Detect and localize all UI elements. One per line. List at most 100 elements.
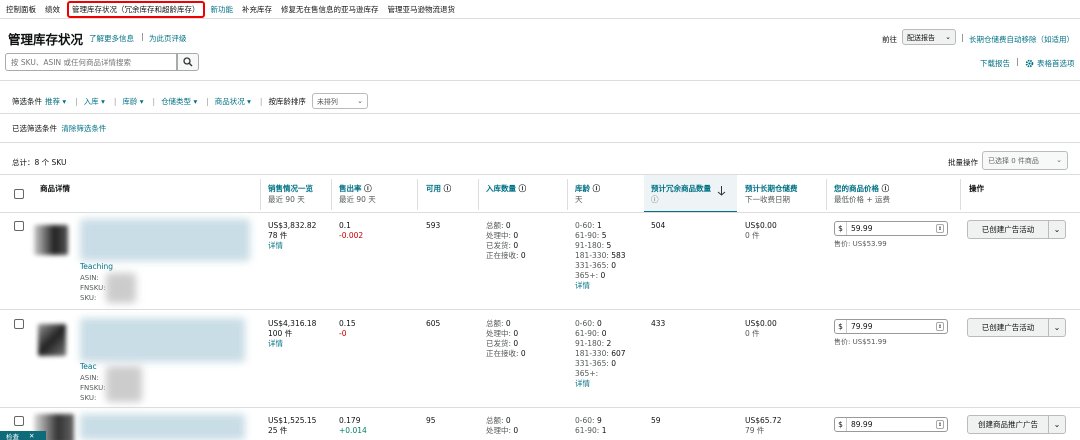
- search-input[interactable]: [5, 53, 177, 71]
- age-bucket: 0-60: 1: [575, 221, 602, 231]
- inbound-key: 总额:: [486, 319, 504, 328]
- action-dropdown-button[interactable]: ⌄: [1049, 318, 1066, 337]
- product-image[interactable]: [38, 324, 66, 356]
- col-sales[interactable]: 销售情况一览 最近 90 天: [268, 183, 313, 205]
- action-dropdown-button[interactable]: ⌄: [1049, 415, 1066, 434]
- age-bucket: 331-365: 0: [575, 261, 616, 271]
- create-ad-button[interactable]: 创建商品推广广告: [967, 415, 1049, 434]
- col-ltsf[interactable]: 预计长期仓储费 下一收费日期: [745, 183, 798, 205]
- inbound-key: 处理中:: [486, 329, 512, 338]
- sales-value: US$3,832.82: [268, 221, 317, 230]
- col-product-details[interactable]: 商品详情: [40, 183, 70, 194]
- age-key: 181-330:: [575, 251, 609, 260]
- download-report-link[interactable]: 下载报告: [980, 58, 1010, 69]
- identifiers-redacted: [106, 366, 142, 402]
- table-preferences-button[interactable]: 表格首选项: [1025, 58, 1075, 69]
- col-sellthrough[interactable]: 售出率 ⓘ 最近 90 天: [339, 183, 376, 205]
- col-inbound[interactable]: 入库数量 ⓘ: [486, 183, 526, 194]
- row-checkbox[interactable]: [14, 416, 24, 426]
- inbound-total: 总额: 0: [486, 319, 511, 329]
- product-image[interactable]: [34, 225, 68, 255]
- stepper-icon[interactable]: ⇕: [936, 224, 944, 233]
- sales-value: US$4,316.18: [268, 319, 317, 328]
- filter-condition[interactable]: 商品状况 ▾: [215, 96, 251, 107]
- row-checkbox[interactable]: [14, 319, 24, 329]
- nav-manage-inventory-health[interactable]: 管理库存状况（冗余库存和超龄库存）: [67, 0, 205, 18]
- age-key: 181-330:: [575, 349, 609, 358]
- age-key: 0-60:: [575, 319, 595, 328]
- sellthrough-delta: -0: [339, 329, 347, 338]
- filter-storage-type-label: 仓储类型: [161, 96, 192, 106]
- col-available[interactable]: 可用 ⓘ: [426, 183, 451, 194]
- learn-more-link[interactable]: 了解更多信息: [89, 33, 134, 44]
- nav-dashboard[interactable]: 控制面板: [6, 4, 36, 15]
- inbound-value: 0: [513, 426, 519, 435]
- info-icon: ⓘ: [651, 195, 659, 204]
- nav-new-features[interactable]: 新功能: [211, 4, 234, 15]
- sellthrough-value: 0.15: [339, 319, 356, 328]
- col-excess-units[interactable]: 预计冗余商品数量 ⓘ: [651, 183, 711, 205]
- col-price-sub: 最低价格 + 运费: [834, 195, 891, 204]
- age-key: 331-365:: [575, 261, 609, 270]
- filter-age[interactable]: 库龄 ▾: [122, 96, 143, 107]
- column-divider: [260, 179, 261, 210]
- inbound-value: 0: [513, 329, 519, 338]
- available-value: 95: [426, 416, 436, 425]
- age-bucket: 61-90: 0: [575, 329, 607, 339]
- price-input[interactable]: $ 79.99 ⇕: [834, 319, 948, 334]
- inbound-value: 0: [513, 339, 519, 348]
- inbound-value: 0: [505, 416, 511, 425]
- select-all-checkbox[interactable]: [14, 189, 24, 199]
- stepper-icon[interactable]: ⇕: [936, 322, 944, 331]
- report-select[interactable]: 配送报告 ⌄: [902, 29, 956, 45]
- age-details-link[interactable]: 详情: [575, 281, 590, 291]
- rate-page-link[interactable]: 为此页评级: [149, 33, 187, 44]
- age-key: 61-90:: [575, 426, 600, 435]
- age-value: 0: [601, 329, 607, 338]
- filter-inbound[interactable]: 入库 ▾: [84, 96, 105, 107]
- nav-fba-returns[interactable]: 管理亚马逊物流退货: [388, 4, 456, 15]
- sort-age-select[interactable]: 未排列 ⌄: [311, 93, 368, 109]
- inbound-key: 已发货:: [486, 241, 512, 250]
- asin-label: ASIN:: [80, 374, 99, 382]
- inbound-total: 总额: 0: [486, 221, 511, 231]
- gear-icon: [1025, 59, 1034, 68]
- inbound-key: 处理中:: [486, 426, 512, 435]
- price-input[interactable]: $ 59.99 ⇕: [834, 221, 948, 236]
- search-button[interactable]: [177, 53, 199, 71]
- nav-restock[interactable]: 补充库存: [242, 4, 272, 15]
- age-key: 61-90:: [575, 231, 600, 240]
- age-value: 2: [606, 339, 612, 348]
- age-details-link[interactable]: 详情: [575, 379, 590, 389]
- col-age[interactable]: 库龄 ⓘ 天: [575, 183, 600, 205]
- bottom-tab[interactable]: 检查 ✕: [0, 431, 46, 440]
- nav-fix-stranded[interactable]: 修复无在售信息的亚马逊库存: [281, 4, 379, 15]
- filter-storage-type[interactable]: 仓储类型 ▾: [161, 96, 197, 107]
- nav-performance[interactable]: 绩效: [45, 4, 60, 15]
- row-checkbox[interactable]: [14, 221, 24, 231]
- price-value: 59.99: [851, 224, 873, 233]
- product-title-fragment[interactable]: Teac: [80, 362, 97, 372]
- report-select-value: 配送报告: [907, 34, 935, 42]
- campaign-action-button[interactable]: 已创建广告活动: [967, 318, 1049, 337]
- table-preferences-label: 表格首选项: [1037, 59, 1075, 68]
- sort-age-label: 按库龄排序: [268, 96, 306, 106]
- price-input[interactable]: $ 89.99 ⇕: [834, 417, 948, 432]
- sales-details-link[interactable]: 详情: [268, 241, 283, 251]
- table-row: Teac ASIN: FNSKU: SKU: US$4,316.18 100 件…: [0, 310, 1080, 408]
- campaign-action-button[interactable]: 已创建广告活动: [967, 220, 1049, 239]
- filter-recommendation[interactable]: 推荐 ▾: [45, 96, 66, 107]
- clear-filters-link[interactable]: 清除筛选条件: [61, 124, 106, 133]
- col-price[interactable]: 您的商品价格 ⓘ 最低价格 + 运费: [834, 183, 890, 205]
- currency-symbol: $: [835, 418, 847, 431]
- bulk-actions-select[interactable]: 已选择 0 件商品 ⌄: [982, 151, 1068, 170]
- sort-desc-arrow-icon[interactable]: [717, 185, 726, 196]
- inbound-value: 0: [505, 319, 511, 328]
- ltsf-removal-link[interactable]: 长期仓储费自动移除（如适用）: [969, 34, 1074, 45]
- product-title-fragment[interactable]: Teaching: [80, 262, 113, 272]
- action-dropdown-button[interactable]: ⌄: [1049, 220, 1066, 239]
- table-row: Teaching ASIN: FNSKU: SKU: US$3,832.82 7…: [0, 213, 1080, 310]
- stepper-icon[interactable]: ⇕: [936, 420, 944, 429]
- sales-details-link[interactable]: 详情: [268, 339, 283, 349]
- close-icon[interactable]: ✕: [29, 432, 34, 440]
